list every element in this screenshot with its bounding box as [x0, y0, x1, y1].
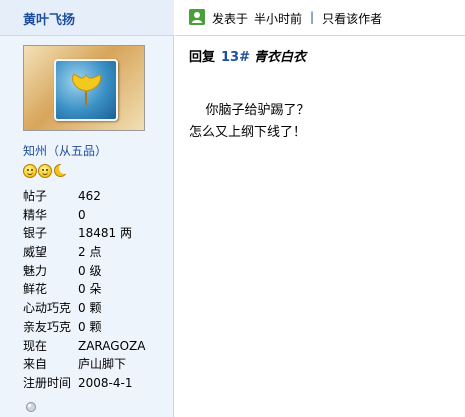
stat-row: 现在 ZARAGOZA: [23, 337, 145, 356]
person-icon: [189, 9, 205, 25]
stat-label: 心动巧克: [23, 301, 72, 316]
stat-row: 帖子 462: [23, 187, 145, 206]
post-body: 你脑子给驴踢了？ 怎么又上纲下线了！: [189, 103, 310, 140]
stat-value: 0 朵: [78, 282, 102, 297]
stat-value: 0 颗: [78, 301, 102, 316]
reply-to-user: 青衣白衣: [254, 50, 307, 65]
stat-row: 来自 庐山脚下: [23, 355, 145, 374]
avatar[interactable]: [23, 45, 145, 131]
stat-row: 威望 2 点: [23, 243, 145, 262]
stat-row: 精华 0: [23, 206, 145, 225]
reply-label: 回复: [189, 50, 216, 65]
view-author-only-link[interactable]: 只看该作者: [322, 10, 382, 27]
stat-value: 2008-4-1: [78, 375, 133, 390]
stat-value: 庐山脚下: [78, 357, 127, 372]
stat-value: 18481 两: [78, 226, 132, 241]
stat-row: 鲜花 0 朵: [23, 280, 145, 299]
stat-label: 精华: [23, 207, 48, 222]
reply-title: 回复 13# 青衣白衣: [189, 46, 306, 65]
stat-row: 注册时间 2008-4-1: [23, 374, 145, 393]
user-stats: 帖子 462 精华 0 银子 18481 两 威望 2 点 魅力 0 级 鲜花 0 朵 心动…: [23, 187, 145, 393]
sun-level-icon: [38, 164, 52, 178]
avatar-image: [54, 59, 118, 121]
stat-value: 2 点: [78, 245, 102, 260]
stat-value: ZARAGOZA: [78, 338, 146, 353]
stat-label: 银子: [23, 226, 48, 241]
meta-separator: |: [310, 10, 315, 24]
post-meta-bar: 发表于 半小时前 | 只看该作者: [175, 0, 465, 36]
user-rank: 知州（从五品）: [23, 144, 108, 158]
post-meta-text: 发表于 半小时前 | 只看该作者: [212, 10, 382, 27]
stat-value: 0: [78, 207, 86, 222]
stat-value: 462: [78, 189, 101, 203]
post-content-area: 发表于 半小时前 | 只看该作者 回复 13# 青衣白衣 你脑子给驴踢了？ 怎么又上…: [175, 0, 465, 417]
level-icons: [23, 163, 70, 178]
stat-row: 亲友巧克 0 颗: [23, 318, 145, 337]
stat-label: 鲜花: [23, 282, 48, 297]
sun-level-icon: [23, 164, 37, 178]
stat-row: 魅力 0 级: [23, 262, 145, 281]
ginkgo-leaf-icon: [72, 73, 101, 105]
stat-label: 注册时间: [23, 375, 72, 390]
author-name-bar: 黄叶飞扬: [0, 0, 174, 36]
moon-level-icon: [53, 163, 70, 178]
reply-floor-link[interactable]: 13#: [221, 50, 250, 65]
online-status-icon: [26, 402, 36, 412]
author-sidebar: 黄叶飞扬 知州（从五品） 帖子 462 精华 0 银子 18481 两 威望 2 点 魅…: [0, 0, 174, 417]
stat-label: 来自: [23, 357, 48, 372]
stat-label: 现在: [23, 338, 48, 353]
stat-label: 亲友巧克: [23, 319, 72, 334]
stat-value: 0 颗: [78, 319, 102, 334]
posted-time: 半小时前: [254, 12, 303, 26]
stat-value: 0 级: [78, 263, 102, 278]
user-icon: [189, 9, 205, 25]
stat-label: 帖子: [23, 189, 48, 203]
stat-row: 银子 18481 两: [23, 224, 145, 243]
posted-label: 发表于: [212, 12, 249, 26]
author-username[interactable]: 黄叶飞扬: [23, 9, 75, 28]
stat-row: 心动巧克 0 颗: [23, 299, 145, 318]
stat-label: 魅力: [23, 263, 48, 278]
stat-label: 威望: [23, 245, 48, 260]
